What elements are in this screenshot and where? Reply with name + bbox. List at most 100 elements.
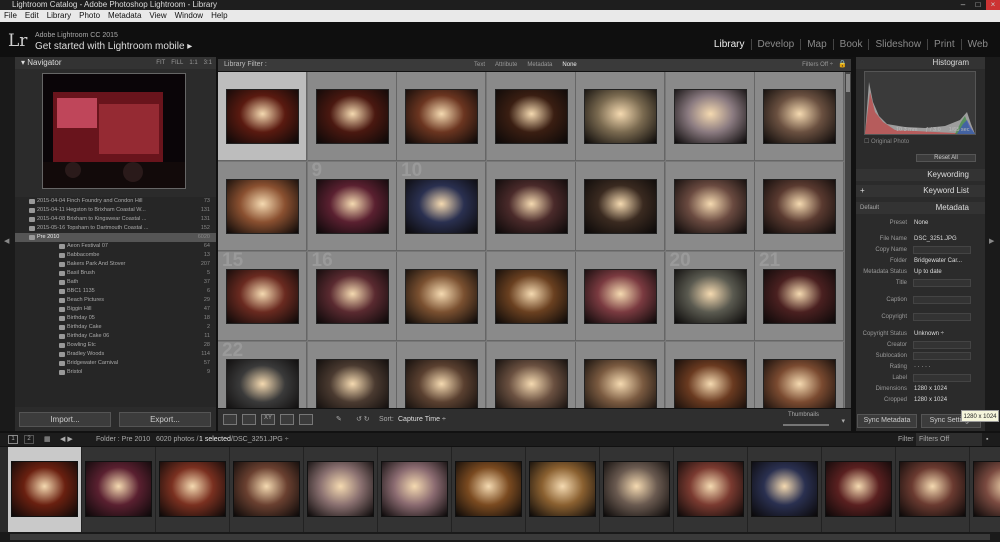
filter-tab-metadata[interactable]: Metadata	[527, 59, 552, 71]
grid-scroll-thumb[interactable]	[846, 74, 850, 92]
folder-item[interactable]: Bowling Etc 28	[15, 341, 216, 350]
zoom-fit[interactable]: FIT	[156, 57, 165, 69]
grid-cell[interactable]	[665, 162, 755, 251]
compare-view-button[interactable]: XY	[261, 414, 275, 425]
grid-cell[interactable]	[486, 72, 576, 161]
photo-thumbnail[interactable]	[584, 359, 657, 408]
filmstrip-thumbnail[interactable]	[825, 461, 892, 517]
keywording-header[interactable]: Keywording	[856, 169, 985, 181]
filmstrip-cell[interactable]	[304, 447, 378, 532]
grid-cell[interactable]: 22	[218, 340, 307, 408]
grid-cell[interactable]	[397, 342, 486, 408]
photo-thumbnail[interactable]	[226, 269, 299, 324]
module-book[interactable]: Book	[832, 39, 869, 50]
filmstrip-scroll-thumb[interactable]	[10, 534, 990, 540]
metadata-input[interactable]	[913, 341, 971, 349]
grid-cell[interactable]	[576, 162, 665, 251]
filmstrip-folder[interactable]: Folder : Pre 2010	[96, 433, 150, 446]
menu-help[interactable]: Help	[211, 10, 227, 22]
survey-view-button[interactable]	[280, 414, 294, 425]
menu-file[interactable]: File	[4, 10, 17, 22]
grid-cell[interactable]	[755, 342, 844, 408]
left-panel-toggle[interactable]: ◀	[0, 57, 15, 431]
photo-thumbnail[interactable]	[494, 179, 568, 234]
filmstrip-cell[interactable]	[822, 447, 896, 532]
filmstrip-thumbnail[interactable]	[307, 461, 374, 517]
filmstrip-thumbnail[interactable]	[751, 461, 818, 517]
filmstrip-thumbnail[interactable]	[529, 461, 596, 517]
photo-thumbnail[interactable]	[584, 89, 657, 144]
histogram-header[interactable]: Histogram	[856, 57, 985, 69]
folder-item[interactable]: Beach Pictures 29	[15, 296, 216, 305]
grid-view-button[interactable]	[223, 414, 237, 425]
folder-item[interactable]: Bristol 9	[15, 368, 216, 377]
photo-thumbnail[interactable]	[494, 89, 568, 144]
photo-thumbnail[interactable]	[226, 359, 299, 408]
filmstrip-cell[interactable]	[82, 447, 156, 532]
folder-item[interactable]: 2015-04-11 Hegston to Brixham Coastal W.…	[15, 206, 216, 215]
filmstrip-cell[interactable]	[378, 447, 452, 532]
grid-cell[interactable]	[218, 162, 307, 251]
filmstrip-cell[interactable]	[8, 447, 82, 532]
menu-view[interactable]: View	[149, 10, 166, 22]
folder-item[interactable]: Bridgewater Carnival 57	[15, 359, 216, 368]
close-icon[interactable]: ×	[986, 0, 1000, 10]
metadata-value[interactable]: 1280 x 1024	[914, 395, 947, 405]
grid-cell[interactable]	[755, 162, 844, 251]
toolbar-menu-icon[interactable]: ▾	[841, 417, 845, 425]
grid-cell[interactable]: 15	[218, 250, 307, 341]
grid-cell[interactable]	[397, 72, 486, 161]
folder-item[interactable]: Pre 2010 6020	[15, 233, 216, 242]
filmstrip-cell[interactable]	[156, 447, 230, 532]
filmstrip-thumbnail[interactable]	[455, 461, 522, 517]
metadata-value[interactable]: 1280 x 1024	[914, 384, 947, 394]
metadata-value[interactable]: DSC_3251.JPG	[914, 234, 957, 244]
filmstrip-cell[interactable]	[970, 447, 1000, 532]
filter-tab-attribute[interactable]: Attribute	[495, 59, 517, 71]
filmstrip-thumbnail[interactable]	[973, 461, 1000, 517]
grid-cell[interactable]	[755, 72, 844, 161]
metadata-header[interactable]: Default Metadata	[856, 202, 985, 214]
filter-tab-text[interactable]: Text	[474, 59, 485, 71]
grid-icon[interactable]: ▦	[44, 433, 51, 446]
photo-thumbnail[interactable]	[673, 89, 747, 144]
metadata-input[interactable]	[913, 313, 971, 321]
photo-thumbnail[interactable]	[494, 269, 568, 324]
grid-cell[interactable]	[307, 342, 397, 408]
menu-window[interactable]: Window	[175, 10, 203, 22]
right-panel-toggle[interactable]: ▶	[985, 57, 1000, 431]
photo-thumbnail[interactable]	[584, 269, 657, 324]
rotate-icon[interactable]: ↺ ↻	[356, 415, 370, 423]
photo-thumbnail[interactable]	[226, 89, 299, 144]
plus-icon[interactable]: +	[860, 185, 865, 197]
module-develop[interactable]: Develop	[750, 39, 801, 50]
folder-item[interactable]: Basil Brush 5	[15, 269, 216, 278]
photo-thumbnail[interactable]	[315, 89, 389, 144]
module-library[interactable]: Library	[708, 39, 751, 50]
metadata-value[interactable]: Unknown ÷	[914, 329, 944, 339]
metadata-input[interactable]	[913, 352, 971, 360]
photo-thumbnail[interactable]	[494, 359, 568, 408]
filmstrip-thumbnail[interactable]	[233, 461, 300, 517]
photo-thumbnail[interactable]	[405, 179, 478, 234]
metadata-input[interactable]	[913, 279, 971, 287]
photo-thumbnail[interactable]	[763, 89, 836, 144]
photo-thumbnail[interactable]	[673, 269, 747, 324]
metadata-value[interactable]: · · · · ·	[914, 362, 931, 372]
export-button[interactable]: Export...	[119, 412, 211, 427]
filmstrip-thumbnail[interactable]	[603, 461, 670, 517]
photo-thumbnail[interactable]	[673, 179, 747, 234]
thumbnail-size-slider[interactable]	[783, 424, 829, 426]
filmstrip-cell[interactable]	[748, 447, 822, 532]
folder-item[interactable]: 2015-04-08 Brixham to Kingswear Coastal …	[15, 215, 216, 224]
painter-icon[interactable]: ✎	[336, 415, 342, 423]
module-slideshow[interactable]: Slideshow	[868, 39, 927, 50]
photo-thumbnail[interactable]	[763, 359, 836, 408]
folder-item[interactable]: Bakers Park And Stover 207	[15, 260, 216, 269]
sync-metadata-button[interactable]: Sync Metadata	[857, 414, 917, 428]
folder-item[interactable]: 2015-05-16 Topsham to Dartmouth Coastal …	[15, 224, 216, 233]
photo-thumbnail[interactable]	[315, 179, 389, 234]
menu-photo[interactable]: Photo	[79, 10, 100, 22]
grid-cell[interactable]	[218, 72, 307, 161]
lock-icon[interactable]: 🔒	[838, 59, 847, 71]
